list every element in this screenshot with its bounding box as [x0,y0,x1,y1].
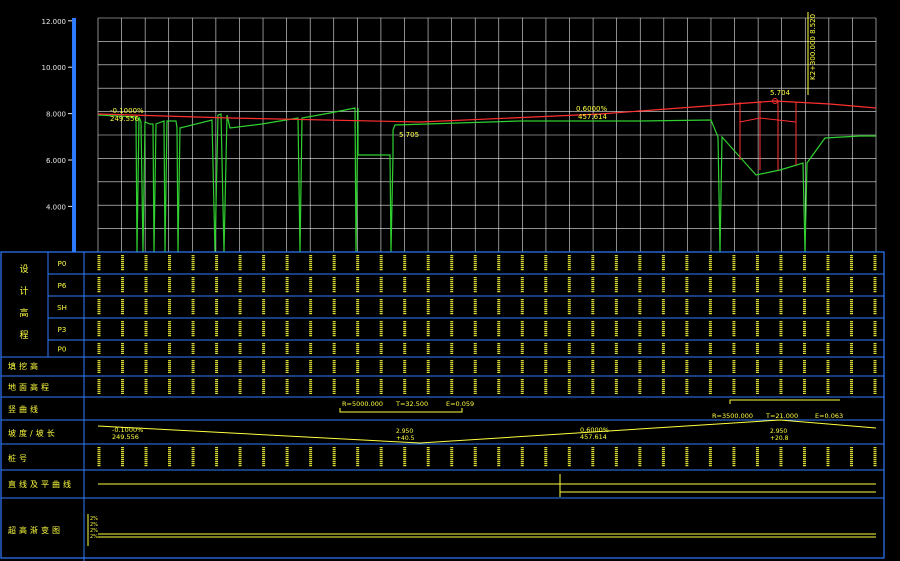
sub-row-label: P6 [58,282,67,290]
sub-row-label: P3 [58,326,67,334]
group-label-char: 高 [19,307,28,319]
vcurve-right-external: E=0.063 [815,412,843,420]
elevation-ruler-bar [72,18,76,252]
grade-row-far-b: +20.8 [770,435,789,442]
elevation-tick-label: 10.000 [42,64,67,72]
table-row-label: 超高渐变图 [8,525,63,535]
superelevation-scale: 2%2%2%2% [87,514,98,546]
grade-row-mid-a: 2.950 [396,428,413,435]
vcurve-right-tangent: T=21.000 [765,412,798,420]
grade-left-length: 249.556 [110,115,139,123]
elevation-tick-label: 8.000 [46,111,66,119]
table-border [0,251,885,559]
group-label-char: 程 [19,330,28,341]
table-row-label: 地面高程 [8,382,52,392]
group-label-char: 设 [19,264,28,275]
superelevation-tick: 2% [90,534,98,540]
vertical-curve-left: R=5000.000 T=32.500 E=0.059 [339,400,474,413]
sub-row-label: SH [57,304,67,312]
structure-marks [739,98,797,170]
grade-row-left-len: 249.556 [112,433,139,441]
station-tag-text: K2+300.000 8.520 [809,14,817,80]
table-row-label: 桩号 [8,453,30,463]
vcurve-left-radius: R=5000.000 [342,400,383,408]
alignment-row [98,474,876,497]
sub-row-label: P0 [58,346,67,354]
group-label-char: 计 [19,285,28,297]
vcurve-left-external: E=0.059 [446,400,474,408]
vcurve-left-tangent: T=32.500 [395,400,428,408]
ground-elevation-line [97,107,876,253]
vertical-curve-right: R=3500.000 T=21.000 E=0.063 [712,399,843,420]
grade-row-mid-b: +40.5 [396,435,415,442]
table-values [97,255,877,467]
grade-mid-length: 457.614 [578,113,607,121]
grade-length-row: -0.1000% 249.556 2.950 +40.5 0.6000% 457… [97,419,877,444]
elevation-tick-label: 4.000 [46,203,66,211]
grade-left-label: -0.1000% [110,107,144,115]
superelevation-row: 2%2%2%2% [87,514,876,546]
structure-hline [739,117,797,123]
table-row-label: 直线及平曲线 [8,479,74,489]
design-elevation-group-label: 设计高程 [19,264,28,341]
profile-data-table [0,251,885,561]
vertical-station-tag: K2+300.000 8.520 [807,12,817,95]
table-row-label: 坡度/坡长 [8,428,58,438]
sub-row-label: P0 [58,260,67,268]
elevation-tick-label: 6.000 [46,157,66,165]
vcurve-right-radius: R=3500.000 [712,412,753,420]
grade-row-right-len: 457.614 [580,433,607,441]
elevation-axis: 12.000 10.000 8.000 6.000 4.000 [42,18,72,211]
grade-row-far-a: 2.950 [770,428,787,435]
pvi-elevation-mid: 5.705 [399,131,419,139]
profile-drawing-canvas: 12.000 10.000 8.000 6.000 4.000 -0.1000% 249… [0,12,885,561]
table-row-label: 竖曲线 [8,404,41,414]
table-row-label: 填挖高 [8,361,41,371]
elevation-tick-label: 12.000 [42,18,67,26]
pvi-elevation-right: 5.704 [770,89,791,97]
grade-mid-label: 0.6000% [576,105,607,113]
